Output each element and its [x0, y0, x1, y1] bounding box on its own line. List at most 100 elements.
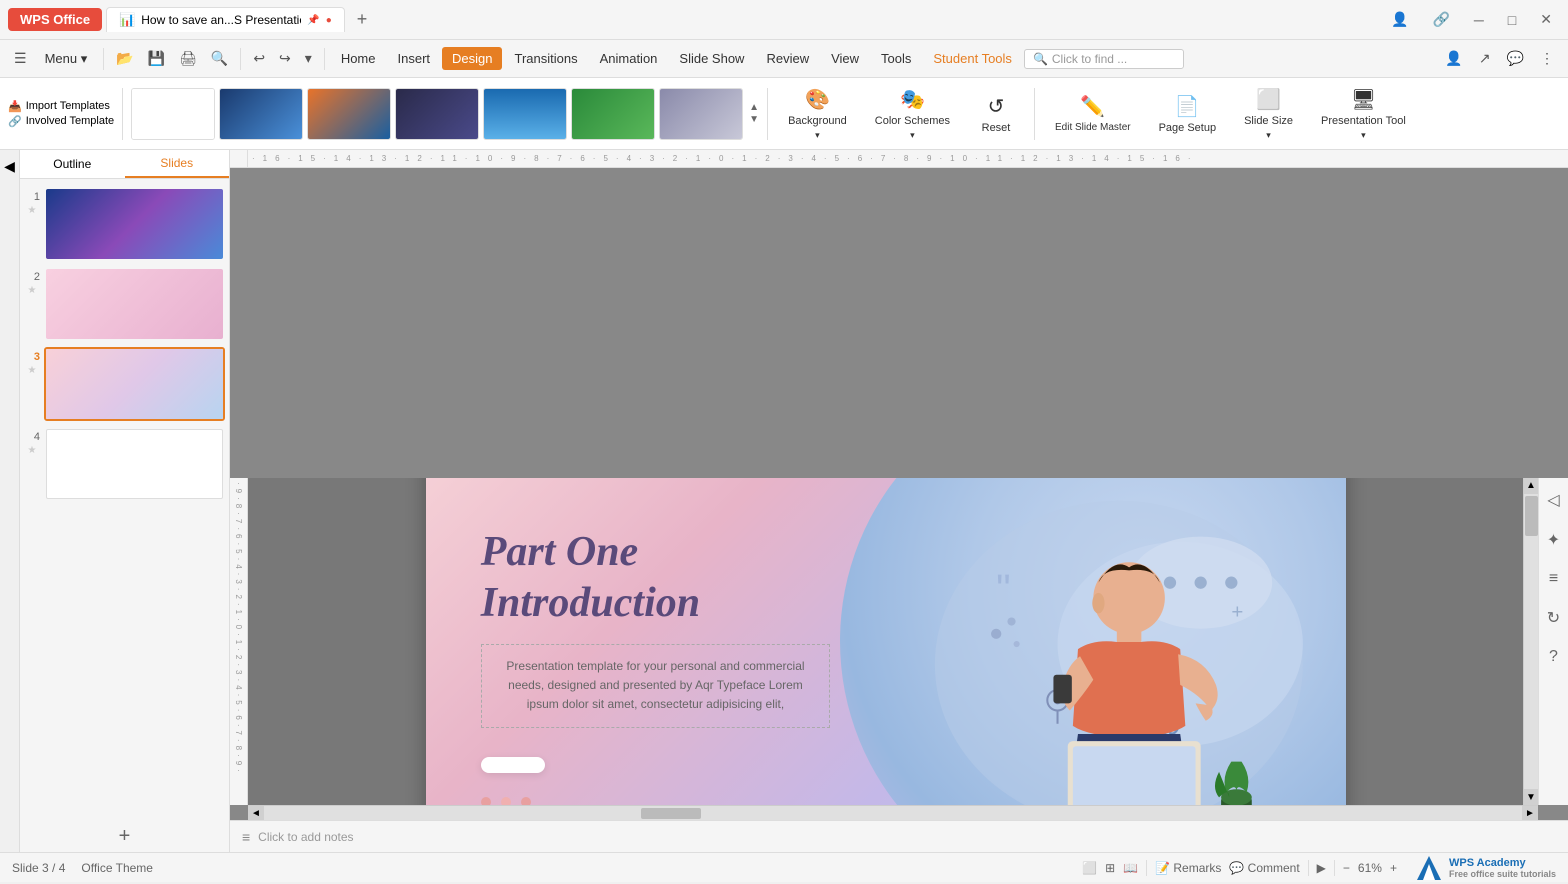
notes-placeholder[interactable]: Click to add notes: [258, 830, 353, 844]
panel-toggle[interactable]: ◀: [0, 150, 20, 852]
menu-toggle-button[interactable]: ☰: [8, 47, 33, 70]
template-snow[interactable]: [659, 88, 743, 140]
animation-menu[interactable]: Animation: [590, 47, 668, 70]
comment-button[interactable]: 💬: [1501, 47, 1530, 70]
close-button[interactable]: ✕: [1532, 7, 1560, 32]
slide-item-4[interactable]: 4 ★: [24, 427, 225, 501]
ribbon-separator-2: [767, 88, 768, 140]
add-slide-button[interactable]: +: [20, 820, 229, 852]
page-setup-button[interactable]: 📄 Page Setup: [1147, 90, 1229, 138]
quick-print-button[interactable]: 🔍: [205, 47, 234, 70]
import-templates-button[interactable]: 📥 Import Templates: [8, 100, 114, 113]
zoom-out-button[interactable]: −: [1343, 861, 1350, 875]
wps-office-button[interactable]: WPS Office: [8, 8, 102, 31]
slide-thumb-2[interactable]: [44, 267, 225, 341]
slide-size-icon: ⬜: [1256, 87, 1281, 112]
right-sidebar-help-icon[interactable]: ?: [1545, 644, 1562, 670]
template-blue-sky[interactable]: [483, 88, 567, 140]
share-button[interactable]: ↗: [1473, 47, 1497, 70]
slide-title[interactable]: Part One Introduction: [481, 527, 831, 628]
right-sidebar-format-icon[interactable]: ≡: [1545, 566, 1562, 592]
template-scroll-up[interactable]: ▲: [749, 103, 759, 113]
horizontal-scrollbar[interactable]: ◄ ►: [248, 805, 1538, 820]
right-sidebar-expand-icon[interactable]: ◁: [1543, 486, 1563, 514]
notes-area: ≡ Click to add notes: [230, 820, 1568, 852]
document-tab[interactable]: 📊 How to save an...S Presentation 📌 ●: [106, 7, 345, 32]
edit-slide-master-button[interactable]: ✏️ Edit Slide Master: [1043, 90, 1143, 137]
status-sep-2: [1308, 860, 1309, 876]
scrollbar-thumb-h[interactable]: [641, 808, 701, 819]
slide-thumb-1[interactable]: [44, 187, 225, 261]
share-icon[interactable]: 🔗: [1424, 7, 1457, 32]
template-green-circle[interactable]: [571, 88, 655, 140]
redo-button[interactable]: ↪: [273, 47, 297, 70]
toolbar-separator-3: [324, 48, 325, 70]
scroll-left-button[interactable]: ◄: [248, 806, 264, 820]
view-menu[interactable]: View: [821, 47, 869, 70]
comment-button[interactable]: 💬 Comment: [1229, 861, 1299, 875]
slideshow-button[interactable]: ▶: [1317, 861, 1326, 875]
slide-cta-button[interactable]: [481, 757, 545, 773]
remarks-button[interactable]: 📝 Remarks: [1155, 861, 1221, 875]
reading-view-button[interactable]: 📖: [1123, 861, 1138, 875]
design-menu[interactable]: Design: [442, 47, 502, 70]
profile-icon[interactable]: 👤: [1383, 7, 1416, 32]
slide-size-button[interactable]: ⬜ Slide Size ▾: [1232, 83, 1305, 145]
template-blank[interactable]: [131, 88, 215, 140]
toolbar-separator-2: [240, 48, 241, 70]
scroll-down-button[interactable]: ▼: [1524, 789, 1538, 805]
maximize-button[interactable]: □: [1500, 8, 1524, 32]
search-bar[interactable]: 🔍 Click to find ...: [1024, 49, 1184, 69]
scroll-right-button[interactable]: ►: [1522, 806, 1538, 820]
color-schemes-button[interactable]: 🎭 Color Schemes ▾: [863, 83, 962, 145]
tab-title: How to save an...S Presentation: [141, 13, 301, 27]
right-sidebar-star-icon[interactable]: ✦: [1543, 526, 1564, 554]
slide-item-1[interactable]: 1 ★: [24, 187, 225, 261]
presentation-tool-button[interactable]: 🖥 Presentation Tool ▾: [1309, 83, 1418, 145]
slide-subtitle[interactable]: Presentation template for your personal …: [481, 644, 831, 728]
zoom-in-button[interactable]: +: [1390, 861, 1397, 875]
tools-menu[interactable]: Tools: [871, 47, 921, 70]
add-tab-button[interactable]: +: [349, 9, 376, 30]
slide-thumb-4[interactable]: [44, 427, 225, 501]
scrollbar-thumb-v[interactable]: [1525, 496, 1538, 536]
scroll-up-button[interactable]: ▲: [1524, 478, 1538, 494]
print-button[interactable]: 🖨: [173, 47, 203, 70]
user-icon[interactable]: 👤: [1439, 47, 1468, 70]
home-menu[interactable]: Home: [331, 47, 386, 70]
slide-thumb-3[interactable]: [44, 347, 225, 421]
transitions-menu[interactable]: Transitions: [504, 47, 587, 70]
wps-tagline: Free office suite tutorials: [1449, 869, 1556, 879]
template-orange-blue[interactable]: [307, 88, 391, 140]
slide-item-3[interactable]: 3 ★: [24, 347, 225, 421]
slide-star-3: ★: [28, 365, 37, 376]
undo-button[interactable]: ↩: [247, 47, 271, 70]
review-menu[interactable]: Review: [756, 47, 819, 70]
undo-dropdown[interactable]: ▾: [299, 47, 318, 70]
student-tools-menu[interactable]: Student Tools: [923, 47, 1022, 70]
outline-tab[interactable]: Outline: [20, 150, 125, 178]
canvas-scroll-area[interactable]: ≡ 📌 🔍 Part One Introduction: [248, 478, 1523, 806]
template-blue-wave[interactable]: [219, 88, 303, 140]
vertical-scrollbar[interactable]: ▲ ▼: [1523, 478, 1538, 806]
background-button[interactable]: 🎨 Background ▾: [776, 83, 859, 145]
more-options-button[interactable]: ⋮: [1534, 47, 1560, 70]
slides-tab[interactable]: Slides: [125, 150, 230, 178]
slideshow-menu[interactable]: Slide Show: [669, 47, 754, 70]
slide-item-2[interactable]: 2 ★: [24, 267, 225, 341]
template-scroll-down[interactable]: ▼: [749, 115, 759, 125]
save-button[interactable]: 💾: [142, 47, 171, 70]
status-sep: [1146, 860, 1147, 876]
slide-star-4: ★: [28, 445, 37, 456]
open-file-button[interactable]: 📂: [110, 47, 139, 70]
involved-template-button[interactable]: 🔗 Involved Template: [8, 115, 114, 128]
template-people[interactable]: [395, 88, 479, 140]
tab-pin-icon[interactable]: 📌: [307, 15, 319, 26]
grid-view-button[interactable]: ⊞: [1105, 861, 1115, 875]
normal-view-button[interactable]: ⬜: [1082, 861, 1097, 875]
menu-label[interactable]: Menu ▾: [35, 47, 98, 71]
right-sidebar-history-icon[interactable]: ↻: [1543, 604, 1564, 632]
reset-button[interactable]: ↺ Reset: [966, 90, 1026, 138]
minimize-button[interactable]: ─: [1466, 8, 1492, 32]
insert-menu[interactable]: Insert: [388, 47, 441, 70]
